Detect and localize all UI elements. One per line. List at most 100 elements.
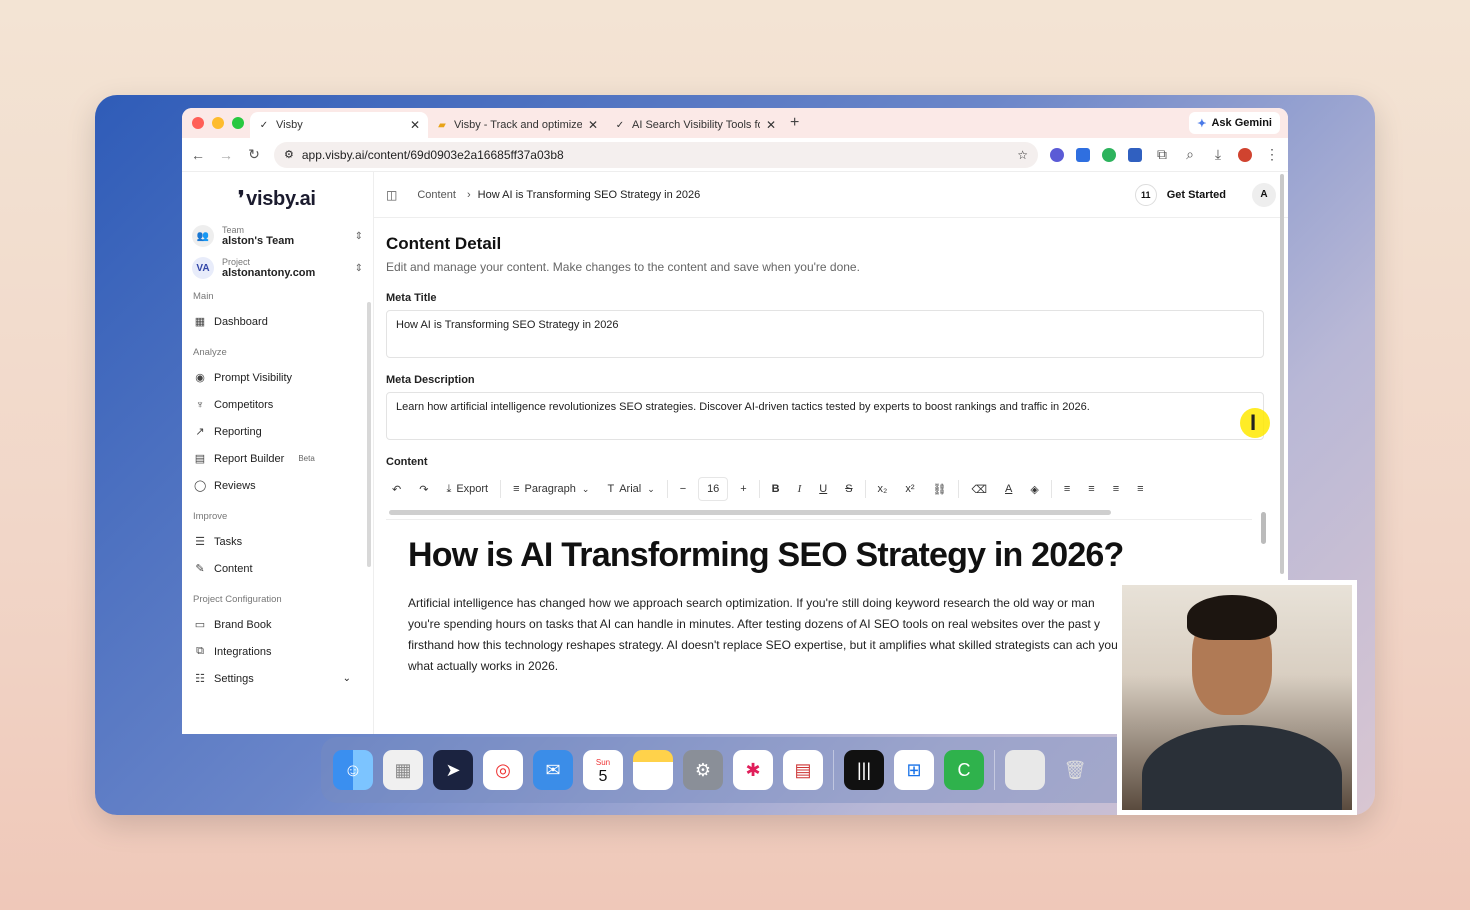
redo-icon[interactable]: ↷ — [413, 477, 434, 501]
credit-count-badge[interactable]: 11 — [1134, 183, 1157, 206]
undo-icon[interactable]: ↶ — [386, 477, 407, 501]
sidebar-item-label: Tasks — [214, 535, 243, 548]
calendar-icon[interactable]: Sun 5 — [583, 750, 623, 790]
site-info-icon[interactable]: ⚙ — [284, 148, 294, 161]
extension-icon[interactable] — [1102, 147, 1116, 162]
notes-icon[interactable] — [633, 750, 673, 790]
book-icon: ▭ — [194, 619, 206, 631]
font-family-select[interactable]: T Arial ⌄ — [601, 477, 660, 501]
text-color-icon[interactable]: A — [999, 477, 1018, 501]
chrome-icon[interactable]: ◎ — [483, 750, 523, 790]
avatar[interactable]: A — [1252, 182, 1276, 207]
builder-icon: ▤ — [194, 453, 206, 465]
link-icon[interactable]: ⛓ — [927, 477, 953, 501]
sidebar-item-settings[interactable]: ☷ Settings ⌄ — [192, 665, 363, 692]
sidebar-item-prompt-visibility[interactable]: ◉ Prompt Visibility — [192, 364, 363, 391]
reload-icon[interactable]: ↻ — [246, 146, 262, 163]
close-tab-icon[interactable]: ✕ — [410, 118, 420, 132]
project-name: alstonantony.com — [222, 267, 316, 279]
meta-title-label: Meta Title — [386, 292, 437, 304]
toolbar-scrollbar[interactable] — [389, 510, 1111, 515]
back-icon[interactable]: ← — [190, 147, 206, 163]
maximize-window-button[interactable] — [232, 117, 244, 129]
visby-logo[interactable]: ❜ visby.ai — [238, 186, 363, 211]
decrease-font-size-button[interactable]: − — [674, 477, 692, 501]
slack-icon[interactable]: ✱ — [733, 750, 773, 790]
voice-memos-icon[interactable]: ||| — [844, 750, 884, 790]
align-right-icon[interactable]: ≡ — [1107, 477, 1125, 501]
puzzle-extensions-icon[interactable]: ⧉ — [1154, 146, 1170, 163]
superscript-icon[interactable]: x² — [899, 477, 920, 501]
export-label: Export — [456, 483, 489, 495]
text-icon: T — [607, 483, 615, 495]
increase-font-size-button[interactable]: + — [734, 477, 752, 501]
tab-ai-search[interactable]: ✓ AI Search Visibility Tools for E ✕ — [606, 112, 784, 138]
extension-icon[interactable] — [1128, 147, 1142, 162]
search-tabs-icon[interactable]: ⌕ — [1182, 146, 1198, 163]
close-window-button[interactable] — [192, 117, 204, 129]
camtasia-icon[interactable]: C — [944, 750, 984, 790]
font-size-input[interactable]: 16 — [698, 477, 729, 501]
sidebar-item-dashboard[interactable]: ▦ Dashboard — [192, 308, 363, 335]
download-icon[interactable]: ⤓ — [1210, 146, 1226, 163]
sidebar-item-content[interactable]: ✎ Content — [192, 555, 363, 582]
url-input[interactable]: ⚙ app.visby.ai/content/69d0903e2a16685ff… — [274, 141, 1038, 168]
team-selector[interactable]: 👥 Team alston's Team ⇕ — [192, 225, 363, 247]
align-center-icon[interactable]: ≡ — [1082, 477, 1100, 501]
italic-icon[interactable]: I — [792, 477, 808, 501]
extension-icon[interactable] — [1050, 147, 1064, 162]
meta-description-input[interactable]: Learn how artificial intelligence revolu… — [386, 392, 1264, 440]
export-button[interactable]: ⤓ Export — [440, 477, 494, 501]
tab-visby-track[interactable]: ▰ Visby - Track and optimize AI ✕ — [428, 112, 606, 138]
close-tab-icon[interactable]: ✕ — [588, 118, 598, 132]
toggle-sidebar-icon[interactable]: ◫ — [386, 188, 397, 202]
launchpad-icon[interactable]: ▦ — [383, 750, 423, 790]
get-started-button[interactable]: Get Started — [1167, 189, 1226, 201]
trash-icon[interactable]: 🗑 — [1055, 750, 1095, 790]
page-scrollbar[interactable] — [1280, 174, 1284, 574]
underline-icon[interactable]: U — [813, 477, 833, 501]
extension-icon[interactable] — [1076, 147, 1090, 162]
menu-kebab-icon[interactable]: ⋮ — [1264, 146, 1280, 163]
align-left-icon[interactable]: ≡ — [1058, 477, 1076, 501]
breadcrumb-content-link[interactable]: Content — [417, 189, 456, 201]
finder-icon[interactable]: ☺ — [333, 750, 373, 790]
mail-icon[interactable]: ✉ — [533, 750, 573, 790]
block-type-value: Paragraph — [524, 483, 576, 495]
main-header: ◫ Content › How AI is Transforming SEO S… — [374, 172, 1288, 218]
windows-app-icon[interactable]: ⊞ — [894, 750, 934, 790]
meta-title-input[interactable]: How AI is Transforming SEO Strategy in 2… — [386, 310, 1264, 358]
sidebar-item-report-builder[interactable]: ▤ Report Builder Beta — [192, 445, 363, 472]
section-project-configuration: Project Configuration — [193, 594, 282, 605]
sidebar-item-brand-book[interactable]: ▭ Brand Book — [192, 611, 363, 638]
folder-icon[interactable] — [1005, 750, 1045, 790]
bookmark-star-icon[interactable]: ☆ — [1017, 148, 1028, 162]
strikethrough-icon[interactable]: S — [839, 477, 858, 501]
project-selector[interactable]: VA Project alstonantony.com ⇕ — [192, 257, 363, 279]
new-tab-button[interactable]: + — [790, 114, 799, 132]
profile-avatar-icon[interactable] — [1238, 147, 1252, 162]
page-title: Content Detail — [386, 234, 502, 253]
minimize-window-button[interactable] — [212, 117, 224, 129]
editor-scrollbar[interactable] — [1261, 512, 1266, 544]
beta-badge: Beta — [298, 454, 315, 463]
sidebar-item-integrations[interactable]: ⧉ Integrations — [192, 638, 363, 665]
sidebar-item-reviews[interactable]: ◯ Reviews — [192, 472, 363, 499]
tab-visby[interactable]: ✓ Visby ✕ — [250, 112, 428, 138]
close-tab-icon[interactable]: ✕ — [766, 118, 776, 132]
ask-gemini-button[interactable]: ✦ Ask Gemini — [1189, 112, 1280, 134]
bold-icon[interactable]: B — [766, 477, 786, 501]
forward-icon[interactable]: → — [218, 147, 234, 163]
sidebar-scrollbar[interactable] — [367, 302, 371, 567]
sidebar-item-competitors[interactable]: ♆ Competitors — [192, 391, 363, 418]
block-type-select[interactable]: ≡ Paragraph ⌄ — [507, 477, 595, 501]
system-settings-icon[interactable]: ⚙ — [683, 750, 723, 790]
send-icon[interactable]: ➤ — [433, 750, 473, 790]
subscript-icon[interactable]: x₂ — [872, 477, 894, 501]
align-justify-icon[interactable]: ≡ — [1131, 477, 1149, 501]
spreadsheet-icon[interactable]: ▤ — [783, 750, 823, 790]
clear-format-icon[interactable]: ⌫ — [965, 477, 993, 501]
sidebar-item-tasks[interactable]: ☰ Tasks — [192, 528, 363, 555]
highlight-icon[interactable]: ◈ — [1024, 477, 1044, 501]
sidebar-item-reporting[interactable]: ↗ Reporting — [192, 418, 363, 445]
